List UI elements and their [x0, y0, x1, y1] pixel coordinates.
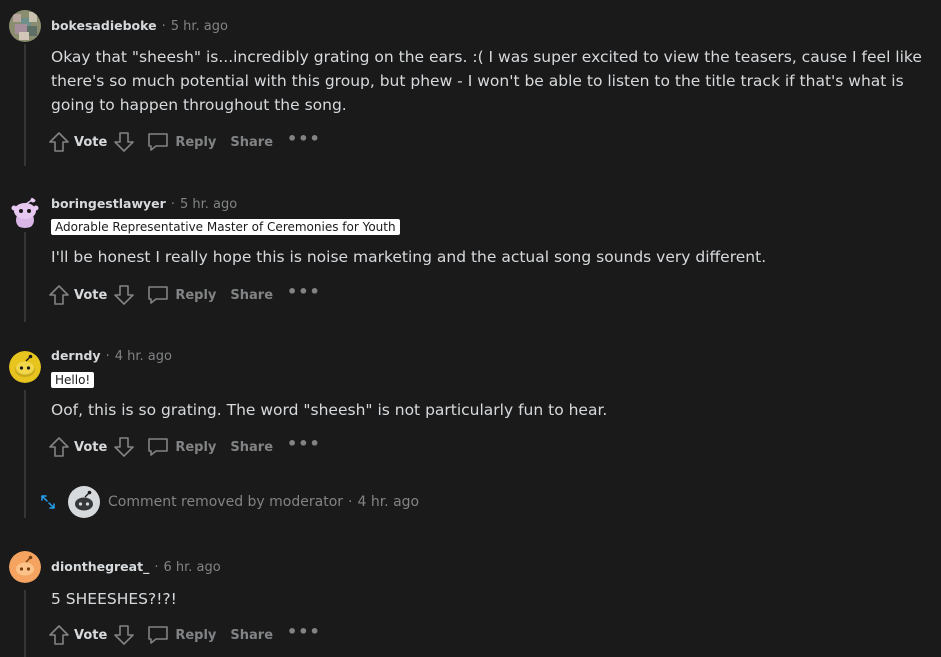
- comment-meta: derndy · 4 hr. ago: [51, 348, 172, 365]
- thread-line[interactable]: [24, 590, 26, 657]
- share-button[interactable]: Share: [230, 288, 273, 303]
- reply-button[interactable]: Reply: [147, 436, 216, 458]
- expand-thread-icon[interactable]: [40, 494, 56, 510]
- downvote-button[interactable]: [113, 436, 135, 458]
- vote-label: Vote: [74, 287, 108, 303]
- vote-label: Vote: [74, 439, 108, 455]
- more-options-button[interactable]: •••: [287, 436, 321, 458]
- comment-bubble-icon: [148, 133, 169, 151]
- upvote-button[interactable]: [48, 624, 70, 646]
- share-button[interactable]: Share: [230, 135, 273, 150]
- downvote-button[interactable]: [113, 284, 135, 306]
- username[interactable]: dionthegreat_: [51, 559, 149, 574]
- comment-bubble-icon: [148, 286, 169, 304]
- thread-line[interactable]: [24, 232, 26, 322]
- share-label: Share: [230, 134, 274, 150]
- comment-feed: bokesadieboke · 5 hr. ago Okay that "shees…: [0, 0, 941, 657]
- downvote-button[interactable]: [113, 131, 135, 153]
- share-label: Share: [230, 287, 274, 303]
- username[interactable]: bokesadieboke: [51, 18, 157, 33]
- comment-meta: boringestlawyer · 5 hr. ago: [51, 196, 237, 213]
- separator-dot: ·: [170, 197, 175, 212]
- more-options-button[interactable]: •••: [287, 131, 321, 153]
- user-flair: Hello!: [51, 372, 95, 388]
- downvote-button[interactable]: [113, 624, 135, 646]
- comment-body: I'll be honest I really hope this is noi…: [51, 248, 767, 266]
- arrow-down-icon: [114, 132, 135, 152]
- timestamp[interactable]: 6 hr. ago: [163, 560, 220, 575]
- arrow-up-icon: [49, 132, 69, 152]
- reply-label: Reply: [175, 627, 217, 643]
- upvote-button[interactable]: [48, 131, 70, 153]
- share-button[interactable]: Share: [230, 628, 273, 643]
- more-icon: •••: [287, 434, 321, 453]
- vote-label: Vote: [74, 627, 108, 643]
- thread-line[interactable]: [24, 390, 26, 518]
- snoo-yellow-avatar-icon[interactable]: [9, 351, 41, 383]
- reply-button[interactable]: Reply: [147, 284, 216, 306]
- arrow-up-icon: [49, 625, 69, 645]
- comment-bubble-icon: [148, 438, 169, 456]
- more-options-button[interactable]: •••: [287, 624, 321, 646]
- pixel-avatar-icon[interactable]: [9, 10, 41, 42]
- comment-body: 5 SHEESHES?!?!: [51, 590, 177, 608]
- more-icon: •••: [287, 282, 321, 301]
- username[interactable]: derndy: [51, 348, 101, 363]
- comment-actions: Vote Reply Share •••: [48, 621, 321, 649]
- share-label: Share: [230, 439, 274, 455]
- separator-dot: ·: [154, 560, 159, 575]
- arrow-down-icon: [114, 625, 135, 645]
- timestamp: 4 hr. ago: [357, 494, 420, 510]
- removed-comment-text: Comment removed by moderator: [108, 494, 344, 510]
- snoo-orange-avatar-icon[interactable]: [9, 551, 41, 583]
- share-button[interactable]: Share: [230, 440, 273, 455]
- more-icon: •••: [287, 622, 321, 641]
- reply-label: Reply: [175, 134, 217, 150]
- vote-label: Vote: [74, 134, 108, 150]
- username[interactable]: boringestlawyer: [51, 196, 166, 211]
- reply-button[interactable]: Reply: [147, 624, 216, 646]
- comment-actions: Vote Reply Share •••: [48, 433, 321, 461]
- snoo-pink-avatar-icon[interactable]: [9, 196, 41, 228]
- reply-label: Reply: [175, 439, 217, 455]
- arrow-up-icon: [49, 437, 69, 457]
- arrow-down-icon: [114, 437, 135, 457]
- timestamp[interactable]: 5 hr. ago: [180, 197, 237, 212]
- comment-bubble-icon: [148, 626, 169, 644]
- comment-actions: Vote Reply Share •••: [48, 281, 321, 309]
- user-flair: Adorable Representative Master of Ceremo…: [51, 219, 400, 235]
- removed-comment: Comment removed by moderator · 4 hr. ago: [40, 486, 419, 518]
- arrow-up-icon: [49, 285, 69, 305]
- timestamp[interactable]: 5 hr. ago: [171, 19, 228, 34]
- comment-body: Oof, this is so grating. The word "shees…: [51, 401, 608, 419]
- separator-dot: ·: [105, 349, 110, 364]
- comment-meta: bokesadieboke · 5 hr. ago: [51, 18, 228, 35]
- more-icon: •••: [287, 129, 321, 148]
- thread-line[interactable]: [24, 44, 26, 166]
- separator-dot: ·: [161, 19, 166, 34]
- upvote-button[interactable]: [48, 436, 70, 458]
- timestamp[interactable]: 4 hr. ago: [115, 349, 172, 364]
- comment-actions: Vote Reply Share •••: [48, 128, 321, 156]
- share-label: Share: [230, 627, 274, 643]
- upvote-button[interactable]: [48, 284, 70, 306]
- comment-body: Okay that "sheesh" is...incredibly grati…: [51, 48, 922, 114]
- reply-button[interactable]: Reply: [147, 131, 216, 153]
- reply-label: Reply: [175, 287, 217, 303]
- deleted-user-avatar-icon: [68, 486, 100, 518]
- more-options-button[interactable]: •••: [287, 284, 321, 306]
- comment-meta: dionthegreat_ · 6 hr. ago: [51, 559, 221, 576]
- separator-dot: ·: [348, 494, 353, 510]
- arrow-down-icon: [114, 285, 135, 305]
